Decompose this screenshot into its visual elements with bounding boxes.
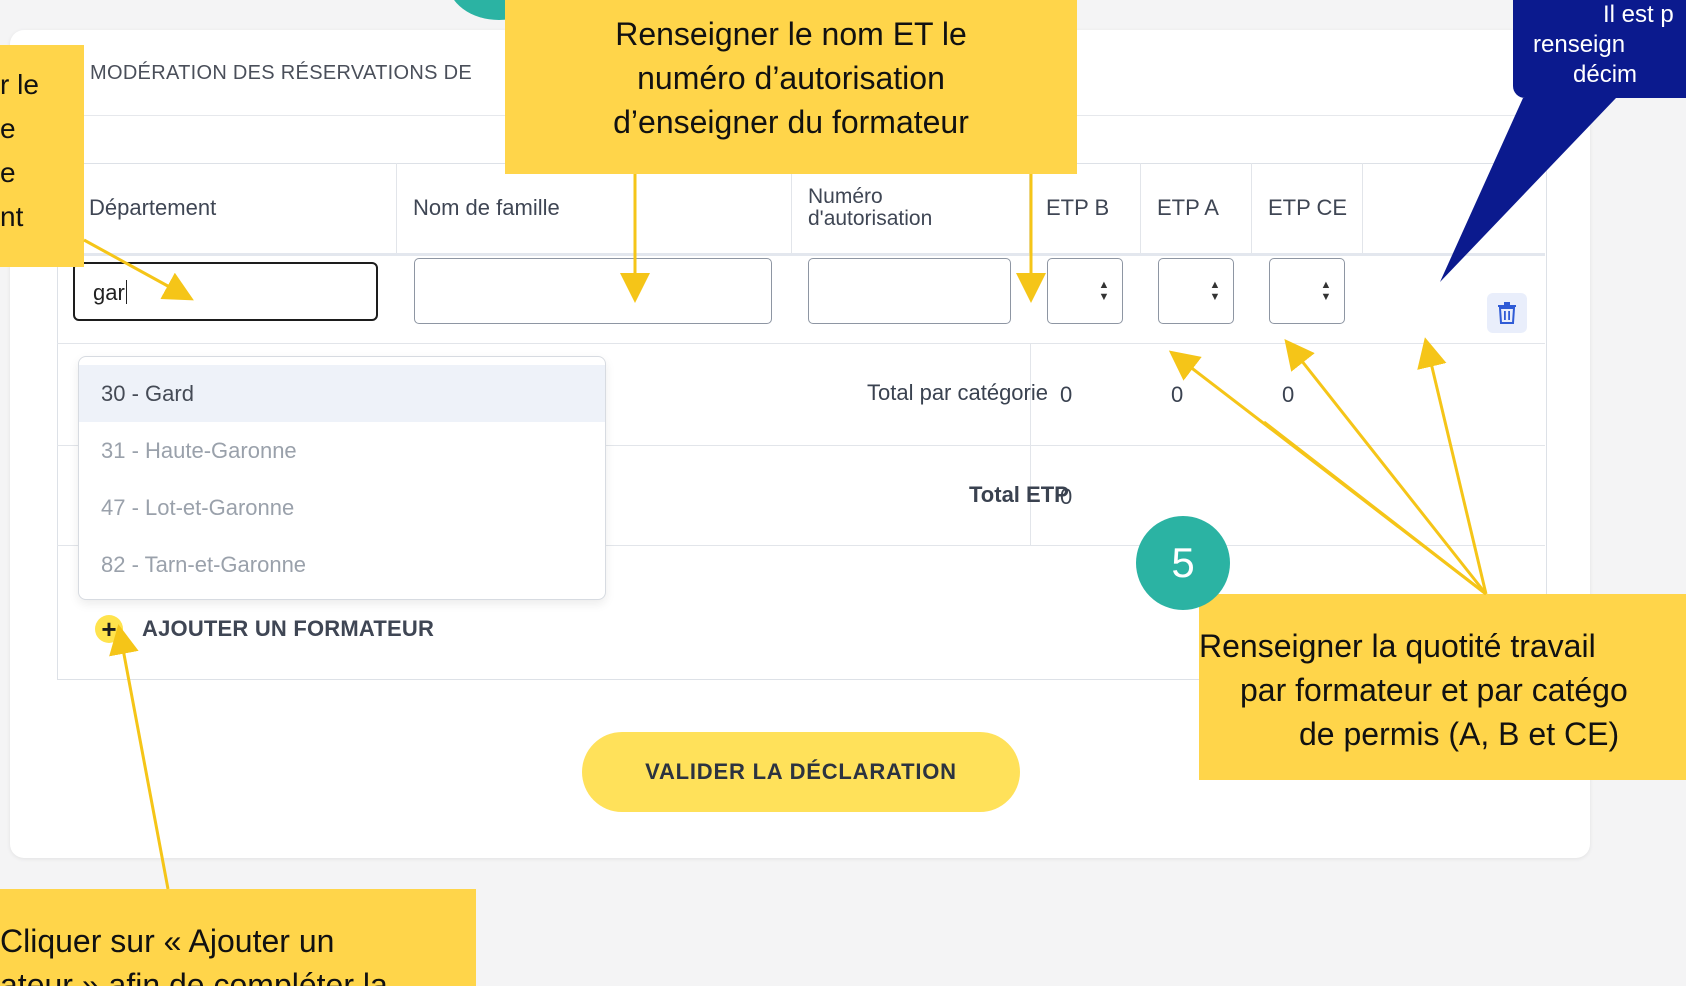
arrow-to-departement	[83, 238, 194, 301]
annotation-arrows	[83, 98, 1616, 890]
blue-note-pointer	[1440, 98, 1616, 282]
arrow-to-add	[109, 624, 170, 890]
